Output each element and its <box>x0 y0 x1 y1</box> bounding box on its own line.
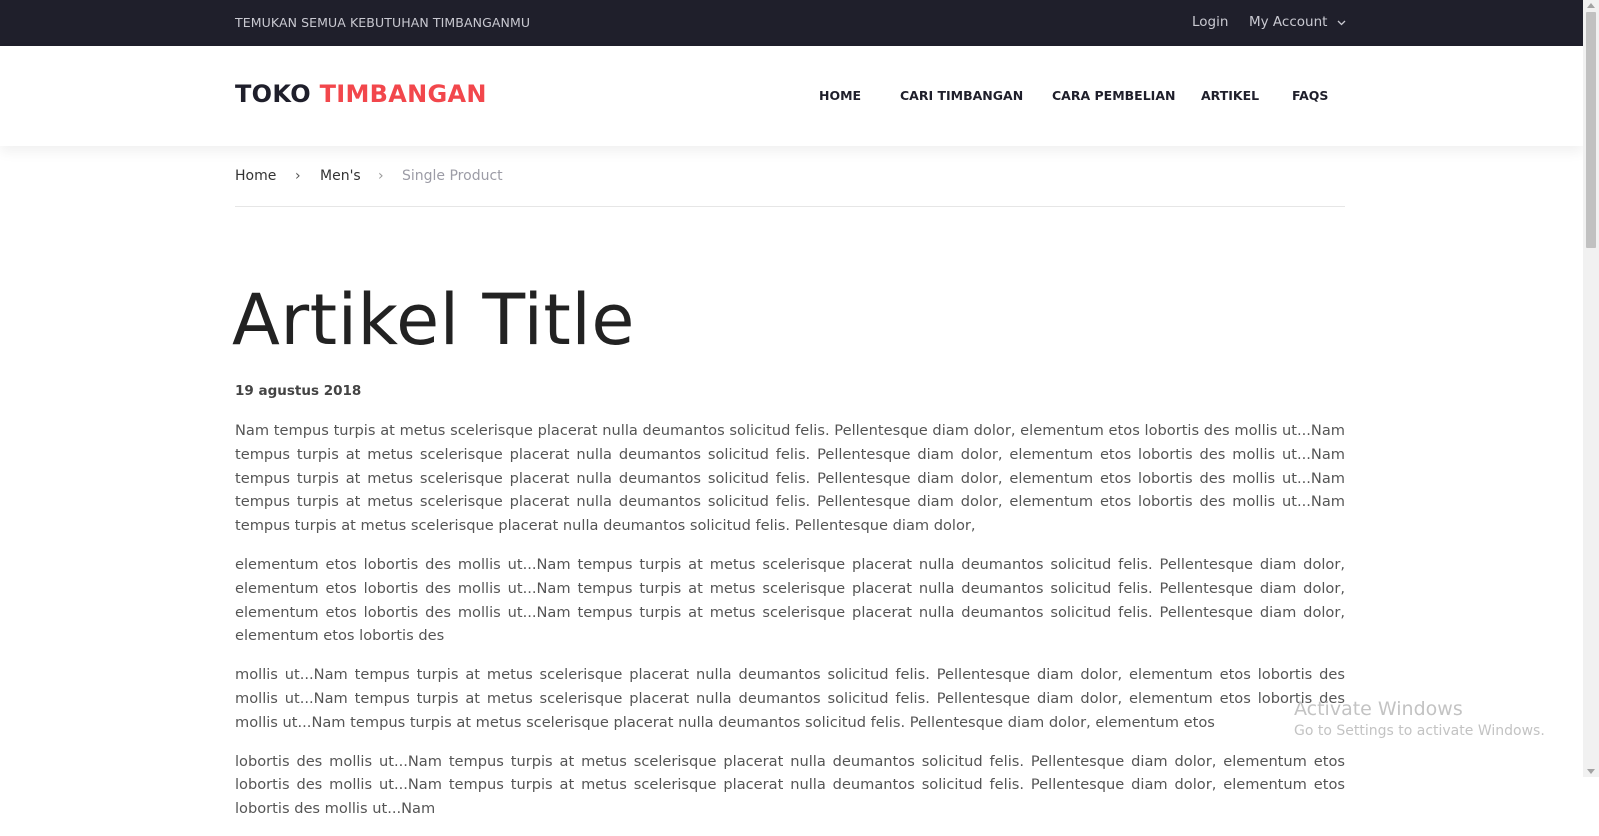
activate-windows-watermark: Activate Windows Go to Settings to activ… <box>1294 698 1545 739</box>
article-paragraph: mollis ut...Nam tempus turpis at metus s… <box>235 666 1345 731</box>
breadcrumb-separator-icon: › <box>378 168 384 184</box>
nav-home[interactable]: HOME <box>819 88 861 103</box>
breadcrumb-current: Single Product <box>402 168 503 184</box>
my-account-dropdown[interactable]: My Account <box>1249 14 1346 30</box>
nav-cari-timbangan[interactable]: CARI TIMBANGAN <box>900 88 1023 103</box>
chevron-down-icon <box>1337 16 1346 29</box>
logo-part1: TOKO <box>235 80 311 108</box>
login-link[interactable]: Login <box>1192 14 1228 30</box>
watermark-title: Activate Windows <box>1294 698 1463 720</box>
nav-faqs[interactable]: FAQS <box>1292 88 1328 103</box>
scrollbar-thumb[interactable] <box>1586 12 1596 248</box>
article-date: 19 agustus 2018 <box>235 383 362 399</box>
scroll-up-arrow-icon[interactable] <box>1587 3 1595 8</box>
tagline: TEMUKAN SEMUA KEBUTUHAN TIMBANGANMU <box>235 15 531 30</box>
nav-cara-pembelian[interactable]: CARA PEMBELIAN <box>1052 88 1175 103</box>
article-paragraph: lobortis des mollis ut...Nam tempus turp… <box>235 752 1345 818</box>
scroll-down-arrow-icon[interactable] <box>1587 769 1595 774</box>
breadcrumb-mens[interactable]: Men's <box>320 168 361 184</box>
top-bar: TEMUKAN SEMUA KEBUTUHAN TIMBANGANMU Logi… <box>0 0 1583 46</box>
watermark-subtitle: Go to Settings to activate Windows. <box>1294 723 1545 739</box>
vertical-scrollbar[interactable] <box>1583 0 1599 777</box>
article-body: Nam tempus turpis at metus scelerisque p… <box>235 419 1345 836</box>
site-header: TOKO TIMBANGAN HOME CARI TIMBANGAN CARA … <box>0 46 1583 146</box>
article-paragraph: Nam tempus turpis at metus scelerisque p… <box>235 422 1345 535</box>
logo[interactable]: TOKO TIMBANGAN <box>235 80 487 108</box>
nav-artikel[interactable]: ARTIKEL <box>1201 88 1259 103</box>
article-title: Artikel Title <box>232 279 635 361</box>
logo-part2: TIMBANGAN <box>319 80 487 108</box>
my-account-label: My Account <box>1249 14 1328 30</box>
breadcrumb-home[interactable]: Home <box>235 168 276 184</box>
divider <box>235 206 1345 207</box>
article-paragraph: elementum etos lobortis des mollis ut...… <box>235 555 1345 645</box>
breadcrumb-separator-icon: › <box>295 168 301 184</box>
